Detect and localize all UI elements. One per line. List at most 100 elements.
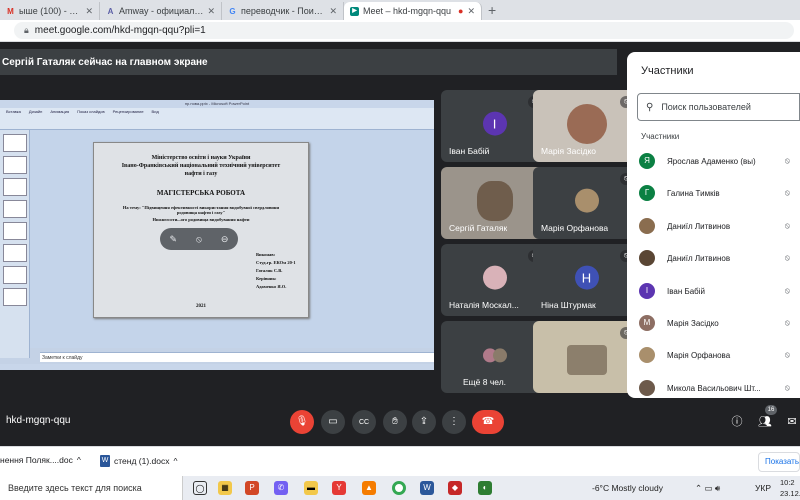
mic-off-icon[interactable]: ⦸ [785,383,790,393]
mic-off-icon[interactable]: ⦸ [785,221,790,231]
participant-row[interactable]: Г Галина Тимків ⦸ [639,182,800,204]
mic-toggle-button[interactable]: 🎙︎ [290,410,314,434]
mic-off-icon[interactable]: ⦸ [785,286,790,296]
leave-call-button[interactable]: ☎︎ [472,410,504,434]
camera-toggle-button[interactable]: ▭ [321,410,345,434]
new-tab-button[interactable]: + [482,2,502,20]
browser-tab-amway[interactable]: A Amway - официальный сайт и ин ✕ [100,2,222,20]
slide-thumbnail [3,244,27,262]
captions-button[interactable]: CC [352,410,376,434]
slide-topic: На тему: "Підвищення ефективності викори… [122,205,280,215]
participant-row[interactable]: Микола Васильович Шт... ⦸ [639,377,800,399]
ppt-ribbon-tab: Вид [151,109,159,114]
participant-row[interactable]: І Іван Бабій ⦸ [639,280,800,302]
slide-thumbnail [3,288,27,306]
close-icon[interactable]: ✕ [207,6,215,17]
participant-search-input[interactable]: ⚲ Поиск пользователей [637,93,800,121]
participant-tile[interactable]: ⦸ Марія Орфанова [533,167,640,239]
presenting-banner-text: Сергій Гаталяк сейчас на главном экране [2,56,208,68]
participant-tile[interactable]: ⦸ Наталія Москал... [441,244,548,316]
raise-hand-button[interactable]: ✋︎ [383,410,407,434]
mic-off-icon[interactable]: ⦸ [785,188,790,198]
ppt-ribbon-tab: Дизайн [28,109,43,114]
mic-off-icon[interactable]: ⦸ [785,350,790,360]
close-icon[interactable]: ✕ [85,6,93,17]
participant-row[interactable]: Даниїл Литвинов ⦸ [639,215,800,237]
camera-icon: ▭ [328,416,338,427]
slide-student-group: Студ.гр. ЕКОм 20-1 [256,260,296,265]
app-icon[interactable]: ▲ [362,481,376,495]
mic-off-icon[interactable]: ⦸ [785,156,790,166]
clock[interactable]: 10:2 23.12.2 [780,476,800,500]
more-options-button[interactable]: ⋮ [442,410,466,434]
close-icon[interactable]: ✕ [329,6,337,17]
participant-tile[interactable]: Н ⦸ Ніна Штурмак [533,244,640,316]
viber-icon[interactable]: ✆ [274,481,288,495]
weather-widget[interactable]: -6°C Mostly cloudy [592,476,663,500]
yandex-browser-icon[interactable]: Y [332,481,346,495]
present-button[interactable]: ⇪ [412,410,436,434]
slide-thumbnail [3,178,27,196]
word-doc-icon: W [100,455,110,467]
word-icon[interactable]: W [420,481,434,495]
participant-row[interactable]: М Марія Засідко ⦸ [639,312,800,334]
avatar-photo [566,104,607,144]
download-item[interactable]: W стенд (1).docx ^ [100,455,178,467]
chevron-up-icon[interactable]: ^ [77,455,81,465]
more-icon[interactable]: ⊖ [221,234,229,245]
url-field[interactable]: 🔒︎ meet.google.com/hkd-mgqn-qqu?pli=1 [14,22,794,39]
mic-off-icon[interactable]: ⦸ [785,318,790,328]
system-tray-icons[interactable]: ⌃ ▭ 🔊︎ [695,476,720,500]
mic-off-icon[interactable]: ⦸ [196,234,202,245]
more-participants-label: Ещё 8 чел. [463,377,507,387]
tile-actions-overlay: ✎ ⦸ ⊖ [160,228,238,250]
avatar-photo [482,265,507,290]
language-indicator[interactable]: УКР [755,476,771,500]
participant-name: Марія Засідко [667,318,719,328]
more-participants-tile[interactable]: Ещё 8 чел. [441,321,548,393]
participant-tile[interactable]: Сергій Гаталяк [441,167,548,239]
info-icon: ⓘ [731,416,743,428]
participant-tile[interactable]: ⦸ Марія Засідко [533,90,640,162]
app-icon[interactable]: ◐ [478,481,492,495]
info-button[interactable]: ⓘ [727,410,747,434]
clock-time: 10:2 [780,478,795,487]
pin-icon[interactable]: ✎ [170,234,178,245]
participant-row[interactable]: Я Ярослав Адаменко (вы) ⦸ [639,150,800,172]
folder-icon[interactable]: ▬ [304,481,318,495]
taskbar-search-input[interactable]: Введите здесь текст для поиска [0,476,183,500]
slide-heading: МАГІСТЕРСЬКА РОБОТА [156,189,246,197]
task-view-icon[interactable]: ◯ [193,481,207,495]
chat-button[interactable]: ✉︎ [782,410,800,434]
weather-text: -6°C Mostly cloudy [592,483,663,493]
meeting-code: hkd-mgqn-qqu [6,415,71,426]
avatar-photo [639,218,655,234]
participant-row[interactable]: Марія Орфанова ⦸ [639,344,800,366]
participant-row[interactable]: Даниїл Литвинов ⦸ [639,247,800,269]
participant-tile[interactable]: ⦸ [533,321,640,393]
browser-tab-gmail[interactable]: M ыше (100) - yarad1964@gm ✕ [0,2,100,20]
ppt-ribbon-tab: Вставка [6,109,21,114]
participant-tile[interactable]: І ⦸ Іван Бабій [441,90,548,162]
participant-name: Сергій Гаталяк [449,223,508,233]
close-icon[interactable]: ✕ [467,6,475,17]
slide-supervisor-name: Адаменко Я.О. [256,284,287,289]
chevron-up-icon[interactable]: ^ [174,456,178,466]
mic-off-icon[interactable]: ⦸ [785,253,790,263]
app-icon[interactable]: ◆ [448,481,462,495]
powerpoint-icon[interactable]: P [245,481,259,495]
panel-title: Участники [641,65,694,77]
browser-tab-google[interactable]: G переводчик - Поиск в Google ✕ [222,2,344,20]
avatar-photo [566,345,607,375]
show-all-downloads-button[interactable]: Показать [758,452,800,472]
download-item[interactable]: нення Поляк....doc ^ [0,455,81,465]
slide-ministry: Міністерство освіти і науки України [151,155,251,161]
ppt-ribbon-tab: Рецензирование [112,109,144,114]
chrome-icon[interactable] [392,481,406,495]
slide-thumbnail [3,200,27,218]
file-explorer-icon[interactable]: ▦ [218,481,232,495]
browser-tab-meet[interactable]: ▶ Meet – hkd-mgqn-qqu ● ✕ [344,2,482,20]
meeting-controls: hkd-mgqn-qqu 🎙︎ ▭ CC ✋︎ ⇪ ⋮ ☎︎ ⓘ 👥︎ ✉︎ [0,398,800,446]
avatar-photo [476,181,513,221]
avatar-photo [639,250,655,266]
